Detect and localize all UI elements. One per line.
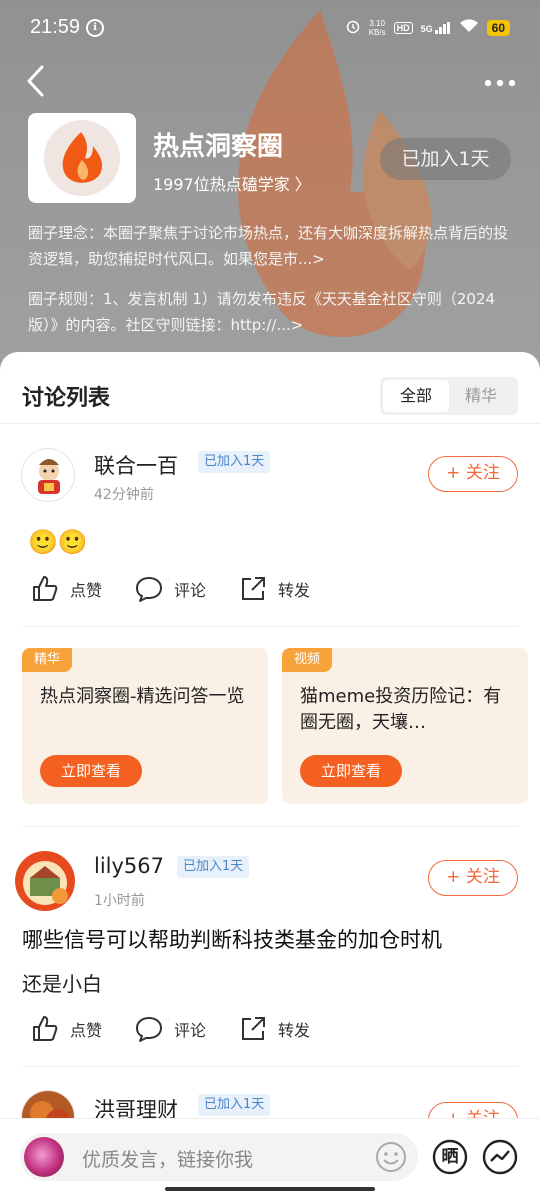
wifi-icon (459, 19, 479, 36)
thumbs-up-icon (33, 1016, 58, 1041)
card-featured-qa[interactable]: 精华 热点洞察圈-精选问答一览 立即查看 (22, 648, 268, 804)
sun-post-button[interactable]: 晒 (432, 1139, 468, 1175)
follow-button[interactable]: + 关注 (428, 860, 518, 896)
card-badge: 精华 (22, 648, 73, 672)
status-bar: 21:59 ℹ 3.10 KB/s HD 5G 60 (0, 0, 540, 60)
tab-featured[interactable]: 精华 (448, 380, 514, 412)
post-item[interactable]: lily567 已加入1天 1小时前 + 关注 哪些信号可以帮助判断科技类基金的… (0, 848, 540, 1068)
comment-input[interactable]: 优质发言，链接你我 (20, 1133, 418, 1181)
post-actions: 点赞 评论 转发 (30, 1014, 310, 1044)
post-actions: 点赞 评论 转发 (30, 574, 310, 604)
signal-icon: 5G (421, 21, 451, 34)
card-title: 猫meme投资历险记：有圈无圈，天壤… (300, 686, 502, 733)
status-time: 21:59 (30, 16, 81, 38)
post-time: 42分钟前 (94, 487, 154, 503)
post-title[interactable]: 哪些信号可以帮助判断科技类基金的加仓时机 (22, 924, 442, 954)
card-video[interactable]: 视频 猫meme投资历险记：有圈无圈，天壤… 立即查看 (282, 648, 528, 804)
divider (22, 1066, 518, 1067)
circle-title: 热点洞察圈 (153, 132, 284, 162)
trend-chart-icon (482, 1139, 518, 1175)
avatar[interactable] (21, 448, 75, 502)
member-count-link[interactable]: 1997位热点磕学家 〉 (153, 171, 311, 195)
member-tag: 已加入1天 (198, 451, 271, 473)
alarm-icon (345, 18, 361, 37)
comment-icon (136, 1017, 162, 1042)
post-item[interactable]: 联合一百 已加入1天 42分钟前 + 关注 🙂🙂 点赞 评论 转发 (0, 448, 540, 628)
hd-badge: HD (393, 21, 413, 34)
thumbs-up-icon (33, 576, 58, 601)
festive-avatar-icon (15, 851, 75, 911)
member-tag: 已加入1天 (198, 1094, 271, 1116)
comment-placeholder: 优质发言，链接你我 (82, 1149, 254, 1171)
comment-button[interactable]: 评论 (134, 1014, 238, 1044)
avatar[interactable] (14, 850, 76, 912)
cartoon-avatar-icon (38, 459, 60, 494)
emoji-icon[interactable] (374, 1140, 408, 1174)
post-body: 🙂🙂 (28, 528, 88, 556)
card-title: 热点洞察圈-精选问答一览 (40, 686, 245, 707)
battery-icon: 60 (486, 19, 510, 36)
net-speed: 3.10 KB/s (368, 18, 386, 37)
like-button[interactable]: 点赞 (30, 574, 134, 604)
view-now-button[interactable]: 立即查看 (300, 755, 402, 787)
view-now-button[interactable]: 立即查看 (40, 755, 142, 787)
share-icon (242, 1017, 265, 1040)
divider (22, 626, 518, 627)
filter-segment: 全部 精华 (380, 377, 518, 415)
featured-cards: 精华 热点洞察圈-精选问答一览 立即查看 视频 猫meme投资历险记：有圈无圈，… (22, 648, 528, 804)
username[interactable]: 联合一百 (94, 450, 178, 480)
circle-rules[interactable]: 圈子规则：1、发言机制 1）请勿发布违反《天天基金社区守则（2024版）》的内容… (28, 286, 512, 338)
circle-intro[interactable]: 圈子理念：本圈子聚焦于讨论市场热点，还有大咖深度拆解热点背后的投资逻辑，助您捕捉… (28, 220, 512, 272)
trend-chart-button[interactable] (482, 1139, 518, 1175)
discussion-panel: 讨论列表 全部 精华 联合一百 已加入1天 42分钟前 + 关注 🙂🙂 点赞 评… (0, 352, 540, 1194)
my-avatar (24, 1137, 64, 1177)
divider (22, 826, 518, 827)
follow-button[interactable]: + 关注 (428, 456, 518, 492)
notification-icon: ℹ (86, 19, 104, 37)
tab-all[interactable]: 全部 (383, 380, 449, 412)
share-icon (242, 577, 265, 600)
post-body: 还是小白 (22, 972, 102, 996)
share-button[interactable]: 转发 (238, 1014, 310, 1044)
flame-icon (62, 132, 103, 183)
card-badge: 视频 (282, 648, 333, 672)
member-tag: 已加入1天 (177, 856, 250, 878)
composer-bar: 优质发言，链接你我 晒 (0, 1118, 540, 1194)
joined-status-button[interactable]: 已加入1天 (380, 138, 511, 180)
comment-icon (136, 577, 162, 602)
back-button[interactable] (22, 64, 52, 98)
username[interactable]: lily567 (94, 854, 164, 878)
share-button[interactable]: 转发 (238, 574, 310, 604)
list-title: 讨论列表 (22, 386, 111, 411)
post-time: 1小时前 (94, 893, 145, 909)
list-header: 讨论列表 全部 精华 (0, 352, 540, 424)
circle-logo (28, 113, 136, 203)
like-button[interactable]: 点赞 (30, 1014, 134, 1044)
comment-button[interactable]: 评论 (134, 574, 238, 604)
home-indicator[interactable] (165, 1187, 375, 1191)
more-options-icon[interactable] (484, 74, 516, 87)
